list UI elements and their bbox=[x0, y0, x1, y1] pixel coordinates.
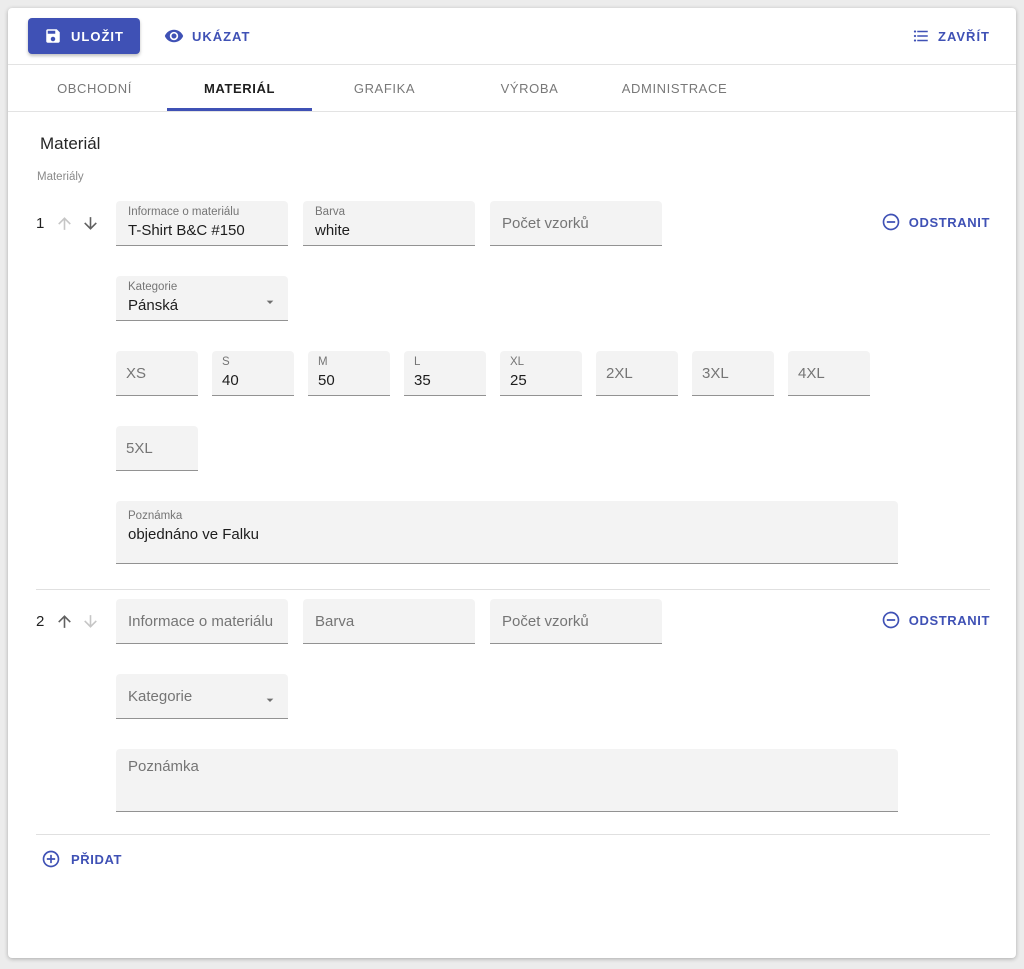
field-value: objednáno ve Falku bbox=[128, 526, 886, 544]
arrow-down-icon bbox=[81, 612, 100, 631]
material-section: Materiál Materiály 1 Informace o materiá… bbox=[8, 112, 1016, 958]
field-label: Kategorie bbox=[128, 281, 276, 294]
remove-circle-icon bbox=[881, 610, 901, 630]
item-1-size-l-field[interactable]: L 35 bbox=[404, 351, 486, 396]
item-divider bbox=[36, 589, 990, 590]
tab-obchodni[interactable]: OBCHODNÍ bbox=[22, 65, 167, 111]
material-item-2: 2 Informace o materiálu Barva bbox=[36, 599, 990, 812]
field-label: Kategorie bbox=[128, 688, 276, 705]
item-1-order-controls: 1 bbox=[36, 201, 116, 246]
close-button-label: ZAVŘÍT bbox=[938, 29, 990, 44]
chevron-down-icon bbox=[262, 692, 278, 708]
toolbar: ULOŽIT UKÁZAT ZAVŘÍT bbox=[8, 8, 1016, 64]
field-label: L bbox=[414, 356, 476, 369]
item-1-note-field[interactable]: Poznámka objednáno ve Falku bbox=[116, 501, 898, 564]
show-button[interactable]: UKÁZAT bbox=[154, 18, 260, 54]
remove-button-label: ODSTRANIT bbox=[909, 613, 990, 628]
item-1-sizes: XS S 40 M 50 L 35 XL 25 bbox=[116, 351, 876, 471]
eye-icon bbox=[164, 26, 184, 46]
item-1-info-field[interactable]: Informace o materiálu T-Shirt B&C #150 bbox=[116, 201, 288, 246]
item-1-size-xl-field[interactable]: XL 25 bbox=[500, 351, 582, 396]
item-2-index: 2 bbox=[36, 613, 48, 630]
field-label: Počet vzorků bbox=[502, 215, 650, 232]
item-1-move-down-button[interactable] bbox=[81, 214, 100, 233]
item-1-size-s-field[interactable]: S 40 bbox=[212, 351, 294, 396]
save-button[interactable]: ULOŽIT bbox=[28, 18, 140, 54]
page-title: Materiál bbox=[40, 134, 990, 154]
item-2-info-field[interactable]: Informace o materiálu bbox=[116, 599, 288, 644]
field-label: Informace o materiálu bbox=[128, 613, 276, 630]
save-button-label: ULOŽIT bbox=[71, 29, 124, 44]
field-label: Počet vzorků bbox=[502, 613, 650, 630]
item-1-color-field[interactable]: Barva white bbox=[303, 201, 475, 246]
item-1-size-3xl-field[interactable]: 3XL bbox=[692, 351, 774, 396]
add-material-button[interactable]: PŘIDAT bbox=[41, 849, 122, 869]
item-1-index: 1 bbox=[36, 215, 48, 232]
item-2-move-down-button[interactable] bbox=[81, 612, 100, 631]
field-value: 35 bbox=[414, 372, 476, 390]
item-1-category-select[interactable]: Kategorie Pánská bbox=[116, 276, 288, 321]
field-label: M bbox=[318, 356, 380, 369]
show-button-label: UKÁZAT bbox=[192, 29, 250, 44]
chevron-down-icon bbox=[262, 294, 278, 310]
field-label: 4XL bbox=[798, 365, 860, 382]
item-1-size-5xl-field[interactable]: 5XL bbox=[116, 426, 198, 471]
item-2-note-field[interactable]: Poznámka bbox=[116, 749, 898, 812]
tab-vyroba[interactable]: VÝROBA bbox=[457, 65, 602, 111]
add-circle-icon bbox=[41, 849, 61, 869]
tab-bar: OBCHODNÍ MATERIÁL GRAFIKA VÝROBA ADMINIS… bbox=[8, 64, 1016, 112]
field-value: Pánská bbox=[128, 297, 276, 315]
field-label: XS bbox=[126, 365, 188, 382]
arrow-up-icon bbox=[55, 612, 74, 631]
field-value: T-Shirt B&C #150 bbox=[128, 222, 276, 240]
item-2-category-select[interactable]: Kategorie bbox=[116, 674, 288, 719]
form-card: ULOŽIT UKÁZAT ZAVŘÍT OBCHODNÍ MATERIÁL G… bbox=[8, 8, 1016, 958]
item-1-size-xs-field[interactable]: XS bbox=[116, 351, 198, 396]
item-2-samples-field[interactable]: Počet vzorků bbox=[490, 599, 662, 644]
field-label: Barva bbox=[315, 206, 463, 219]
field-label: Poznámka bbox=[128, 758, 886, 775]
item-1-size-m-field[interactable]: M 50 bbox=[308, 351, 390, 396]
save-icon bbox=[44, 27, 62, 45]
field-value: 40 bbox=[222, 372, 284, 390]
item-2-order-controls: 2 bbox=[36, 599, 116, 644]
field-label: Informace o materiálu bbox=[128, 206, 276, 219]
field-label: 3XL bbox=[702, 365, 764, 382]
add-divider bbox=[36, 834, 990, 835]
material-item-1: 1 Informace o materiálu T-Shirt B&C #150… bbox=[36, 201, 990, 564]
tab-material[interactable]: MATERIÁL bbox=[167, 65, 312, 111]
field-value: 50 bbox=[318, 372, 380, 390]
item-1-size-2xl-field[interactable]: 2XL bbox=[596, 351, 678, 396]
field-value: 25 bbox=[510, 372, 572, 390]
add-button-label: PŘIDAT bbox=[71, 852, 122, 867]
remove-circle-icon bbox=[881, 212, 901, 232]
remove-button-label: ODSTRANIT bbox=[909, 215, 990, 230]
field-label: Poznámka bbox=[128, 510, 886, 523]
group-label: Materiály bbox=[37, 171, 990, 183]
item-1-size-4xl-field[interactable]: 4XL bbox=[788, 351, 870, 396]
item-1-move-up-button[interactable] bbox=[55, 214, 74, 233]
arrow-down-icon bbox=[81, 214, 100, 233]
field-label: 5XL bbox=[126, 440, 188, 457]
field-label: Barva bbox=[315, 613, 463, 630]
field-label: 2XL bbox=[606, 365, 668, 382]
item-1-samples-field[interactable]: Počet vzorků bbox=[490, 201, 662, 246]
item-2-color-field[interactable]: Barva bbox=[303, 599, 475, 644]
tab-administrace[interactable]: ADMINISTRACE bbox=[602, 65, 747, 111]
arrow-up-icon bbox=[55, 214, 74, 233]
field-label: S bbox=[222, 356, 284, 369]
item-1-remove-button[interactable]: ODSTRANIT bbox=[881, 212, 990, 232]
item-2-remove-button[interactable]: ODSTRANIT bbox=[881, 610, 990, 630]
list-icon bbox=[912, 27, 930, 45]
item-2-move-up-button[interactable] bbox=[55, 612, 74, 631]
tab-grafika[interactable]: GRAFIKA bbox=[312, 65, 457, 111]
close-button[interactable]: ZAVŘÍT bbox=[902, 18, 990, 54]
field-label: XL bbox=[510, 356, 572, 369]
field-value: white bbox=[315, 222, 463, 240]
